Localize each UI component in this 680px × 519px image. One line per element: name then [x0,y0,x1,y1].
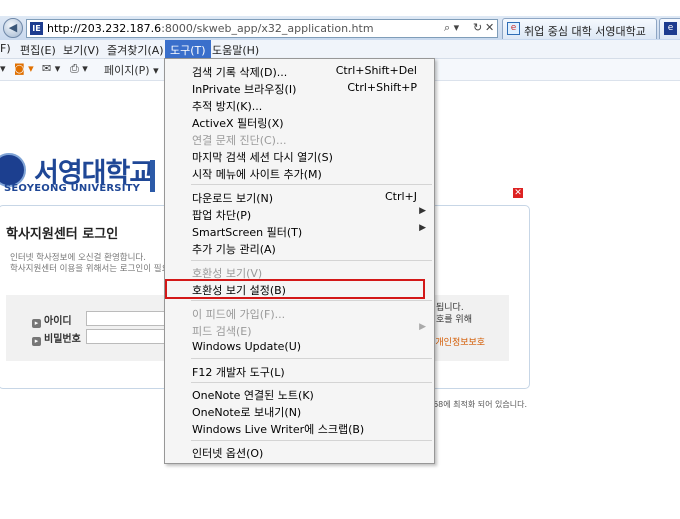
menu-item-add-to-start[interactable]: 시작 메뉴에 사이트 추가(M) [166,164,433,181]
id-label-text: 아이디 [44,316,72,327]
site-favicon-icon: IE [30,22,43,35]
bullet-icon: ▸ [32,337,41,346]
menu-item-smartscreen[interactable]: SmartScreen 필터(T) ▶ [166,222,433,239]
menu-item-delete-history[interactable]: 검색 기록 삭제(D)... Ctrl+Shift+Del [166,62,433,79]
submenu-arrow-icon: ▶ [419,206,426,216]
id-label: ▸ 아이디 [32,312,72,328]
menu-item-inprivate[interactable]: InPrivate 브라우징(I) Ctrl+Shift+P [166,79,433,96]
menu-item-compatibility-view: 호환성 보기(V) [166,263,433,280]
footer-note: 768에 최적화 되어 있습니다. [428,400,528,409]
menu-separator [191,382,432,383]
menu-item-label: ActiveX 필터링(X) [192,117,284,130]
menu-separator [191,358,432,359]
tab-seoyeong[interactable]: e 취업 중심 대학 서영대학교 [502,18,657,39]
menu-separator [191,300,432,301]
menu-item-subscribe-feed: 이 피드에 가입(F)... [166,304,433,321]
menu-item-live-writer[interactable]: Windows Live Writer에 스크랩(B) [166,419,433,436]
privacy-link[interactable]: ▸ 개인정보보호 [428,335,485,348]
menu-tools[interactable]: 도구(T) [165,40,211,58]
menu-item-onenote-linked[interactable]: OneNote 연결된 노트(K) [166,385,433,402]
password-label: ▸ 비밀번호 [32,330,81,346]
menu-item-manage-addons[interactable]: 추가 기능 관리(A) [166,239,433,256]
login-title: 학사지원센터 로그인 [6,227,119,242]
mail-icon[interactable]: ✉ ▾ [42,62,60,75]
menu-item-developer-tools[interactable]: F12 개발자 도구(L) [166,362,433,379]
menu-item-send-to-onenote[interactable]: OneNote로 보내기(N) [166,402,433,419]
menu-item-label: 이 피드에 가입(F)... [192,308,286,321]
tools-menu: 검색 기록 삭제(D)... Ctrl+Shift+Del InPrivate 브… [164,58,435,464]
menu-item-label: Windows Live Writer에 스크랩(B) [192,423,365,436]
menu-item-label: 팝업 차단(P) [192,209,252,222]
menu-item-label: 다운로드 보기(N) [192,192,274,205]
menu-view[interactable]: 보기(V) [63,42,99,58]
menu-item-tracking-protection[interactable]: 추적 방지(K)... [166,96,433,113]
feeds-icon[interactable]: ◙ ▾ [14,62,34,75]
ie-icon: e [664,22,677,35]
url-host: http://203.232.187.6 [47,22,162,35]
ie-icon: e [507,22,520,35]
submenu-arrow-icon: ▶ [419,223,426,233]
submenu-arrow-icon: ▶ [419,322,426,332]
notice-text-2: 호를 위해 [436,315,472,325]
menu-separator [191,260,432,261]
refresh-icon[interactable]: ↻ [473,21,482,34]
menu-item-label: OneNote로 보내기(N) [192,406,302,419]
browser-window: ◀ IE http://203.232.187.6:8000/skweb_app… [0,0,680,519]
menu-item-activex-filtering[interactable]: ActiveX 필터링(X) [166,113,433,130]
menu-item-label: 인터넷 옵션(O) [192,447,264,460]
menu-file[interactable]: F) [0,42,11,55]
menu-item-diagnose-connection: 연결 문제 진단(C)... [166,130,433,147]
university-emblem-icon [0,153,26,187]
tab-application[interactable]: e [659,18,680,39]
menu-bar: F) 편집(E) 보기(V) 즐겨찾기(A) 도구(T) 도움말(H) [0,40,680,59]
back-button[interactable]: ◀ [3,18,23,38]
close-icon[interactable]: ✕ [513,188,523,198]
stop-icon[interactable]: ✕ [485,21,494,34]
menu-item-label: 마지막 검색 세션 다시 열기(S) [192,151,333,164]
menu-item-label: Windows Update(U) [192,340,302,353]
menu-item-internet-options[interactable]: 인터넷 옵션(O) [166,443,433,460]
search-dropdown-icon[interactable]: ⌕ ▾ [444,21,459,35]
menu-item-label: SmartScreen 필터(T) [192,226,303,239]
menu-item-label: 시작 메뉴에 사이트 추가(M) [192,168,322,181]
highlight-annotation [165,279,425,299]
menu-item-feed-discovery: 피드 검색(E) ▶ [166,321,433,338]
logo-english: SEOYEONG UNIVERSITY [4,183,141,194]
home-icon[interactable]: ▾ [0,62,6,75]
url-path: :8000/skweb_app/x32_application.htm [161,22,374,35]
menu-item-label: 검색 기록 삭제(D)... [192,66,288,79]
login-subtitle-2: 학사지원센터 이용을 위해서는 로그인이 필요 [10,264,170,274]
menu-item-label: InPrivate 브라우징(I) [192,83,297,96]
password-label-text: 비밀번호 [44,334,81,345]
bullet-icon: ▸ [32,319,41,328]
menu-item-label: OneNote 연결된 노트(K) [192,389,314,402]
menu-edit[interactable]: 편집(E) [20,42,56,58]
menu-separator [191,184,432,185]
menu-separator [191,440,432,441]
menu-item-label: 추가 기능 관리(A) [192,243,276,256]
tab-title: 취업 중심 대학 서영대학교 [524,25,646,38]
menu-item-windows-update[interactable]: Windows Update(U) [166,338,433,355]
address-bar-row: ◀ IE http://203.232.187.6:8000/skweb_app… [0,16,680,40]
url-text[interactable]: http://203.232.187.6:8000/skweb_app/x32_… [47,22,374,35]
menu-item-label: F12 개발자 도구(L) [192,366,285,379]
logo-divider [150,160,155,192]
menu-favorites[interactable]: 즐겨찾기(A) [107,42,164,58]
menu-help[interactable]: 도움말(H) [212,42,259,58]
address-bar[interactable]: IE http://203.232.187.6:8000/skweb_app/x… [26,19,498,38]
menu-item-label: 연결 문제 진단(C)... [192,134,287,147]
menu-item-label: 피드 검색(E) [192,325,252,338]
password-input[interactable] [86,329,166,344]
menu-item-shortcut: Ctrl+J [384,190,417,203]
menu-item-shortcut: Ctrl+Shift+P [347,81,417,94]
menu-item-label: 추적 방지(K)... [192,100,263,113]
menu-item-view-downloads[interactable]: 다운로드 보기(N) Ctrl+J [166,188,433,205]
print-icon[interactable]: ⎙ ▾ [70,62,88,76]
id-input[interactable] [86,311,166,326]
page-menu-button[interactable]: 페이지(P) ▾ [104,62,159,78]
menu-item-reopen-session[interactable]: 마지막 검색 세션 다시 열기(S) [166,147,433,164]
menu-item-popup-blocker[interactable]: 팝업 차단(P) ▶ [166,205,433,222]
menu-item-shortcut: Ctrl+Shift+Del [335,64,417,77]
